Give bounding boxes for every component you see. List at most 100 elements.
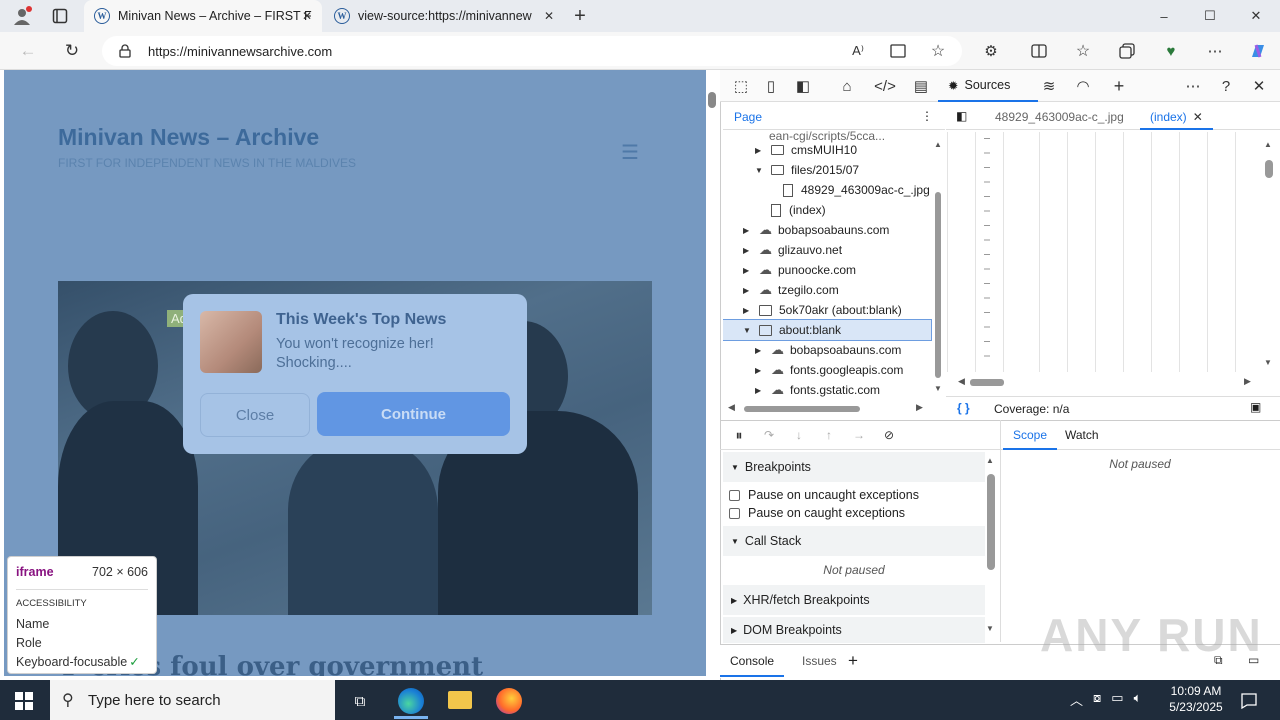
console-icon[interactable]: ▤ <box>910 76 932 96</box>
clock[interactable]: 10:09 AM 5/23/2025 <box>1160 683 1232 715</box>
more-menu-icon[interactable]: ⋯ <box>1204 40 1226 62</box>
dom-breakpoints-section[interactable]: ▶ DOM Breakpoints <box>723 617 985 643</box>
tree-scrollbar[interactable]: ▲ ▼ <box>934 140 942 393</box>
expanded-triangle-icon[interactable]: ▼ <box>755 166 765 175</box>
tab-console[interactable]: Console <box>720 645 785 677</box>
code-editor[interactable] <box>946 132 1262 372</box>
pretty-print-icon[interactable]: { } <box>957 401 970 415</box>
expanded-triangle-icon[interactable]: ▼ <box>743 326 753 335</box>
step-into-icon[interactable]: ↓ <box>790 426 808 444</box>
close-tab-icon[interactable]: ✕ <box>544 9 554 23</box>
taskbar-search[interactable]: ⚲ Type here to search <box>50 680 335 720</box>
editor-hscrollbar[interactable]: ◀ ▶ <box>958 376 1254 388</box>
debugger-scrollbar[interactable]: ▲ ▼ <box>986 456 996 636</box>
tab-actions-icon[interactable] <box>48 5 72 27</box>
performance-icon[interactable]: ◠ <box>1072 76 1094 96</box>
xhr-breakpoints-section[interactable]: ▶ XHR/fetch Breakpoints <box>723 585 985 615</box>
favorite-star-icon[interactable]: ☆ <box>928 41 948 61</box>
file-tab-index[interactable]: (index) ✕ <box>1140 104 1213 130</box>
more-tools-icon[interactable]: + <box>1108 76 1130 96</box>
tab-view-source[interactable]: W view-source:https://minivannew ✕ <box>324 0 564 32</box>
screenshot-icon[interactable]: ▣ <box>1250 400 1261 414</box>
dock-icon[interactable]: ◧ <box>792 76 814 96</box>
step-out-icon[interactable]: ↑ <box>820 426 838 444</box>
edge-icon[interactable] <box>398 688 424 714</box>
tree-item[interactable]: ▶ cmsMUIH10 <box>755 140 857 160</box>
site-title[interactable]: Minivan News – Archive <box>58 124 319 151</box>
tree-item[interactable]: 48929_463009ac-c_.jpg <box>767 180 930 200</box>
collections-icon[interactable] <box>1116 40 1138 62</box>
elements-icon[interactable]: </> <box>874 76 896 96</box>
close-devtools-icon[interactable]: ✕ <box>1248 76 1270 96</box>
url-field[interactable]: https://minivannewsarchive.com A⁾ ☆ <box>102 36 962 66</box>
breakpoints-section[interactable]: ▼ Breakpoints <box>723 452 985 482</box>
network-icon[interactable]: ≋ <box>1038 76 1060 96</box>
tree-item[interactable]: ▶ ☁ tzegilo.com <box>743 280 839 300</box>
tab-issues[interactable]: Issues <box>792 645 847 677</box>
new-tab-icon[interactable]: + <box>568 5 592 27</box>
navigator-more-icon[interactable]: ⋮ <box>921 109 933 123</box>
network-tray-icon[interactable]: ▭ <box>1111 690 1123 709</box>
step-icon[interactable]: → <box>850 426 868 444</box>
tree-item[interactable]: ▶ ☁ glizauvo.net <box>743 240 842 260</box>
welcome-home-icon[interactable]: ⌂ <box>836 76 858 96</box>
tab-minivan[interactable]: W Minivan News – Archive – FIRST F ✕ <box>84 0 322 32</box>
tree-item[interactable]: ▶ ☁ fonts.googleapis.com <box>755 360 903 380</box>
tree-hscrollbar[interactable]: ◀ ▶ <box>728 402 924 414</box>
pause-caught-checkbox[interactable]: Pause on caught exceptions <box>729 506 905 520</box>
file-explorer-icon[interactable] <box>448 691 472 709</box>
extensions-icon[interactable]: ⚙ <box>980 40 1002 62</box>
close-window-button[interactable]: ✕ <box>1244 5 1268 27</box>
tree-item[interactable]: (index) <box>755 200 826 220</box>
ad-close-button[interactable]: Close <box>200 393 310 437</box>
tab-watch[interactable]: Watch <box>1055 422 1109 450</box>
firefox-icon[interactable] <box>496 688 522 714</box>
inspect-element-icon[interactable]: ⬚ <box>730 76 752 96</box>
editor-scrollbar[interactable]: ▲ ▼ <box>1264 140 1274 370</box>
collapsed-triangle-icon[interactable]: ▶ <box>743 246 753 255</box>
windows-start-icon[interactable] <box>12 690 36 712</box>
back-icon[interactable]: ← <box>16 40 40 62</box>
collapsed-triangle-icon[interactable]: ▶ <box>743 306 753 315</box>
collapsed-triangle-icon[interactable]: ▶ <box>755 346 765 355</box>
chevron-up-icon[interactable]: ︿ <box>1070 690 1083 709</box>
deactivate-breakpoints-icon[interactable]: ⊘ <box>880 426 898 444</box>
ad-continue-button[interactable]: Continue <box>317 392 510 436</box>
step-over-icon[interactable]: ↷ <box>760 426 778 444</box>
profile-icon[interactable] <box>10 5 34 27</box>
restore-button[interactable]: ☐ <box>1198 5 1222 27</box>
tab-scope[interactable]: Scope <box>1003 422 1058 450</box>
minimize-button[interactable]: – <box>1152 5 1176 27</box>
favorites-icon[interactable]: ☆ <box>1072 40 1094 62</box>
tree-item[interactable]: ▼ about:blank <box>723 319 932 341</box>
help-icon[interactable]: ? <box>1215 76 1237 96</box>
collapsed-triangle-icon[interactable]: ▶ <box>755 386 765 395</box>
add-drawer-tab-icon[interactable]: + <box>848 651 858 671</box>
device-toolbar-icon[interactable]: ▯ <box>760 76 782 96</box>
toggle-navigator-icon[interactable]: ◧ <box>956 109 967 123</box>
close-tab-icon[interactable]: ✕ <box>302 9 312 23</box>
close-file-tab-icon[interactable]: ✕ <box>1193 110 1203 124</box>
pause-icon[interactable]: ⏸ <box>730 426 748 444</box>
browser-essentials-icon[interactable]: ♥ <box>1160 40 1182 62</box>
task-view-icon[interactable]: ⧉ <box>348 690 372 712</box>
tab-sources[interactable]: ✹ Sources <box>938 70 1038 102</box>
tree-item[interactable]: ▶ ☁ fonts.gstatic.com <box>755 380 880 400</box>
collapsed-triangle-icon[interactable]: ▶ <box>755 146 765 155</box>
collapsed-triangle-icon[interactable]: ▶ <box>755 366 765 375</box>
immersive-reader-icon[interactable] <box>888 41 908 61</box>
notifications-icon[interactable] <box>1238 690 1260 712</box>
tree-item[interactable]: ▶ ☁ bobapsoabauns.com <box>743 220 889 240</box>
file-tab-image[interactable]: 48929_463009ac-c_.jpg <box>995 110 1124 124</box>
usb-icon[interactable]: ⧇ <box>1093 690 1101 709</box>
page-scrollbar[interactable] <box>708 92 716 108</box>
tree-item[interactable]: ▼ files/2015/07 <box>755 160 859 180</box>
menu-icon[interactable]: ☰ <box>608 134 652 170</box>
collapsed-triangle-icon[interactable]: ▶ <box>743 266 753 275</box>
pause-uncaught-checkbox[interactable]: Pause on uncaught exceptions <box>729 488 919 502</box>
tree-item[interactable]: ▶ 5ok70akr (about:blank) <box>743 300 902 320</box>
tab-page[interactable]: Page <box>734 110 762 124</box>
collapsed-triangle-icon[interactable]: ▶ <box>743 286 753 295</box>
devtools-menu-icon[interactable]: ⋯ <box>1182 76 1204 96</box>
read-aloud-icon[interactable]: A⁾ <box>848 41 868 61</box>
